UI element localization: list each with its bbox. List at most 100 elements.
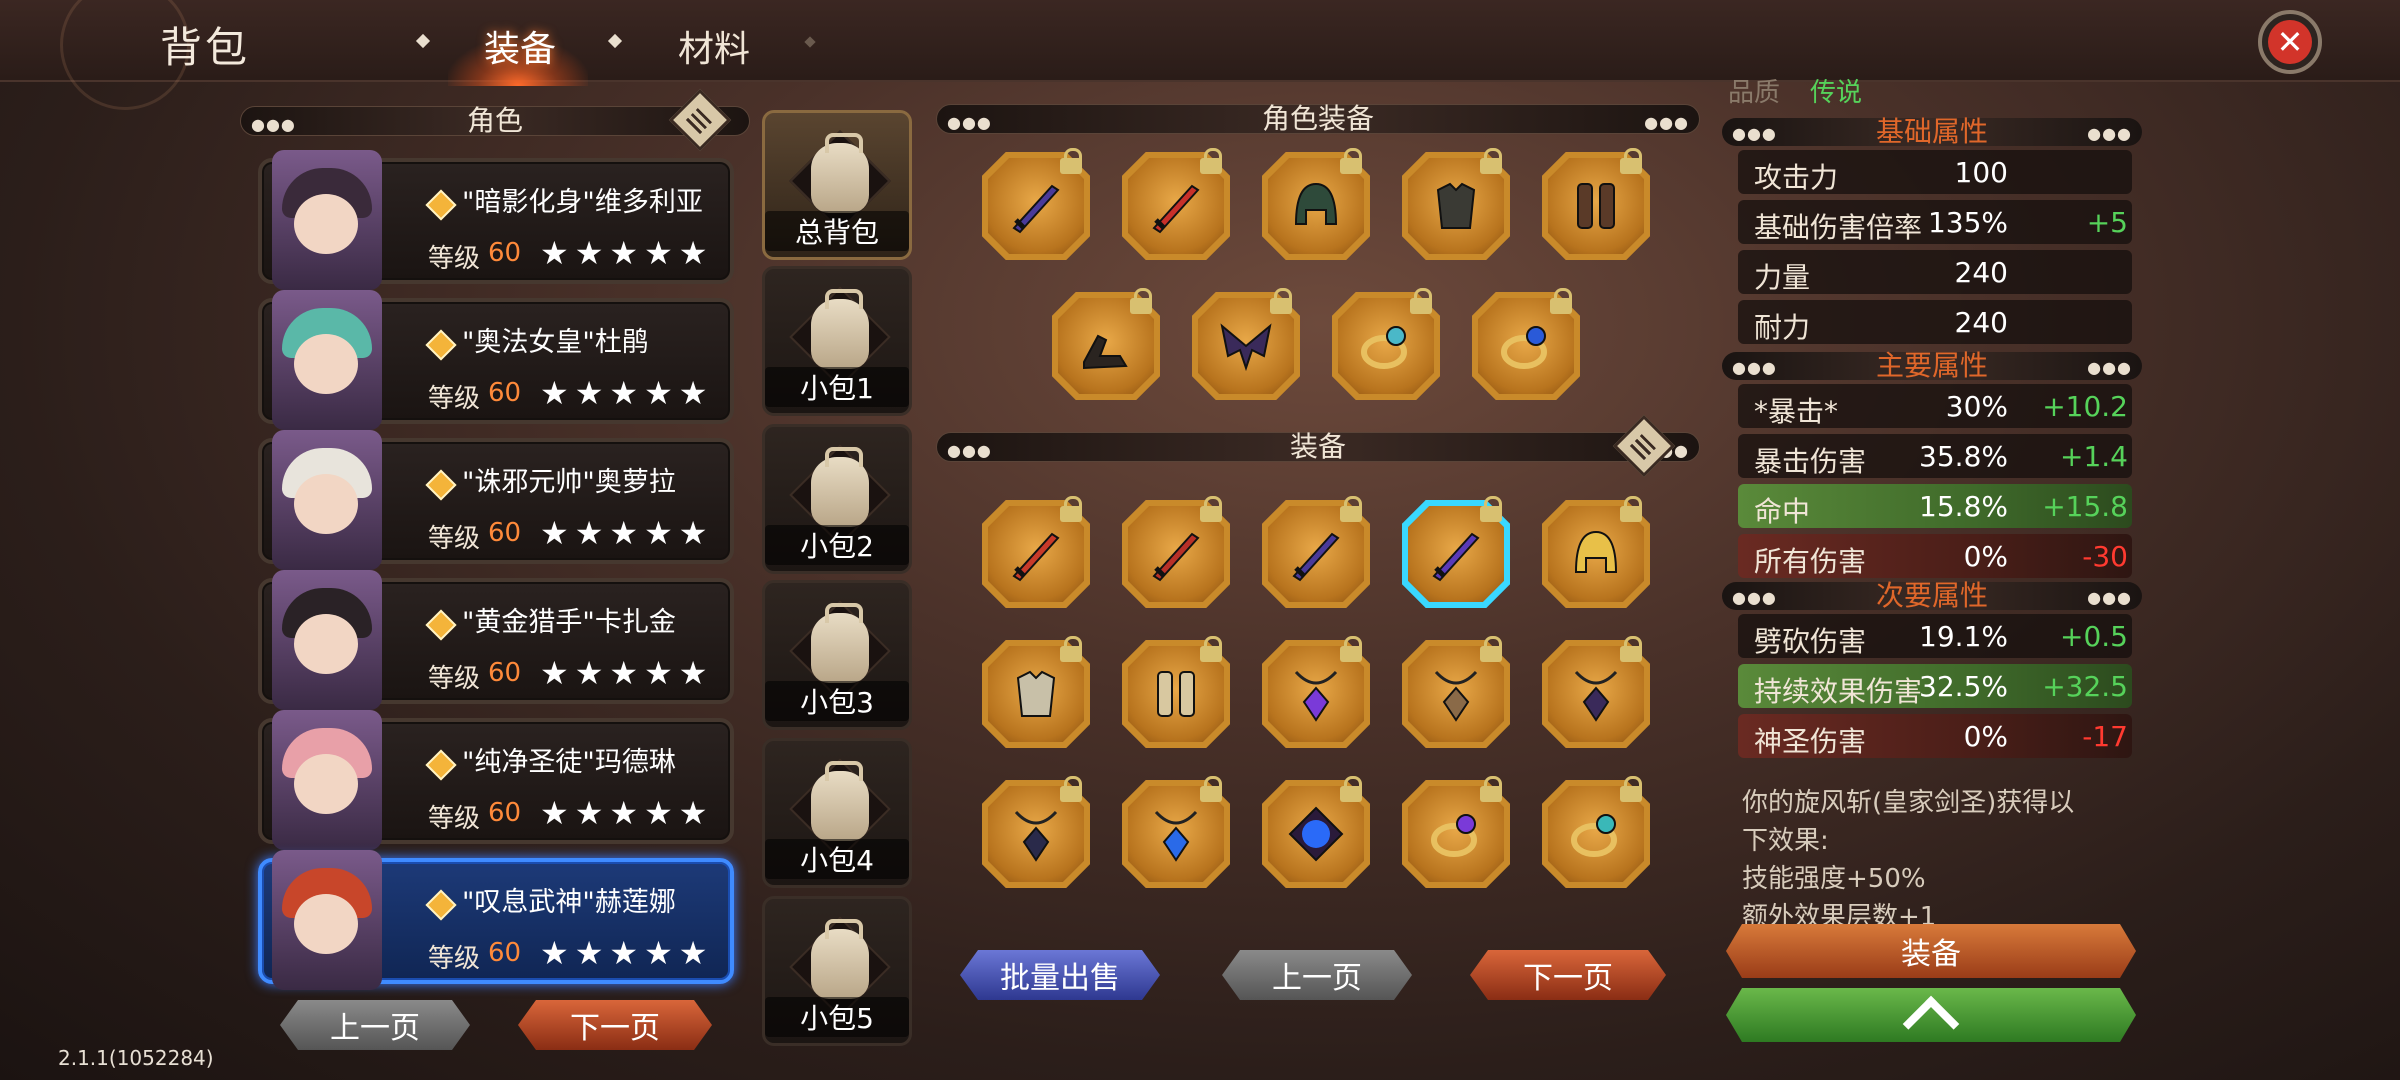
stat-name: 劈砍伤害 (1754, 625, 1867, 658)
character-portrait (272, 710, 382, 850)
tab-materials[interactable]: 材料 (678, 20, 750, 72)
inventory-title: 装备 (1289, 430, 1346, 463)
stat-name: 基础伤害倍率 (1754, 211, 1923, 244)
close-button[interactable]: ✕ (2258, 10, 2322, 74)
bag-label: 小包5 (765, 997, 909, 1037)
level-value: 60 (488, 238, 522, 268)
character-card[interactable]: "诛邪元帅"奥萝拉 等级 60 ★★★★★ (258, 430, 734, 570)
bag-1[interactable]: 小包1 (762, 266, 912, 416)
top-bar: 背包 装备 材料 ✕ (0, 0, 2400, 110)
golden-helm-icon (1566, 524, 1626, 584)
bag-5[interactable]: 小包5 (762, 896, 912, 1046)
bracers-icon (1146, 664, 1206, 724)
equip-prev-page-button[interactable]: 上一页 (1222, 950, 1412, 1000)
character-card[interactable]: "纯净圣徒"玛德琳 等级 60 ★★★★★ (258, 710, 734, 850)
tab-equipment[interactable]: 装备 (484, 20, 556, 72)
stat-bonus: +32.5 (2042, 670, 2128, 703)
stat-row: 命中 15.8% +15.8 (1738, 484, 2132, 528)
ornament-dots-icon: ●●● (2087, 124, 2132, 143)
bag-label: 总背包 (765, 211, 909, 251)
stat-row: 耐力 240 (1738, 300, 2132, 344)
character-equip-title: 角色装备 (1261, 102, 1374, 135)
tab-separator-icon (607, 33, 623, 49)
roles-next-page-button[interactable]: 下一页 (518, 1000, 712, 1050)
level-value: 60 (488, 938, 522, 968)
lock-icon (1480, 776, 1504, 802)
lock-icon (1620, 776, 1644, 802)
character-card[interactable]: "叹息武神"赫莲娜 等级 60 ★★★★★ (258, 850, 734, 990)
stat-value: 19.1% (1919, 620, 2008, 653)
equip-button[interactable]: 装备 (1726, 924, 2136, 978)
ornament-dots-icon: ●●● (947, 441, 992, 460)
basic-attributes-header: ●●● 基础属性 ●●● (1722, 118, 2142, 146)
pauldron-icon (1006, 664, 1066, 724)
character-card[interactable]: "黄金猎手"卡扎金 等级 60 ★★★★★ (258, 570, 734, 710)
stat-value: 135% (1927, 206, 2008, 239)
rarity-diamond-icon (425, 749, 457, 781)
description-line: 下效果: (1742, 826, 1829, 856)
sapphire-ring-icon (1496, 316, 1556, 376)
stat-value: 240 (1954, 306, 2008, 339)
star-rating: ★★★★★ (540, 794, 714, 832)
lock-icon (1060, 776, 1084, 802)
stat-value: 0% (1963, 720, 2008, 753)
bat-wings-icon (1216, 316, 1276, 376)
ornament-dots-icon: ●●● (2087, 358, 2132, 377)
character-portrait (272, 290, 382, 430)
equip-next-page-button[interactable]: 下一页 (1470, 950, 1666, 1000)
secondary-attributes-header: ●●● 次要属性 ●●● (1722, 582, 2142, 610)
star-rating: ★★★★★ (540, 234, 714, 272)
level-label: 等级 (428, 244, 481, 274)
character-portrait (272, 150, 382, 290)
rarity-diamond-icon (425, 469, 457, 501)
red-sword-icon (1006, 524, 1066, 584)
portrait-face (294, 894, 358, 954)
bag-all[interactable]: 总背包 (762, 110, 912, 260)
star-rating: ★★★★★ (540, 934, 714, 972)
blue-orb-icon (1286, 804, 1346, 864)
stat-name: 耐力 (1754, 311, 1811, 344)
bag-icon (811, 919, 869, 999)
roles-title: 角色 (466, 104, 523, 137)
level-value: 60 (488, 798, 522, 828)
character-card[interactable]: "奥法女皇"杜鹃 等级 60 ★★★★★ (258, 290, 734, 430)
stat-name: 神圣伤害 (1754, 725, 1867, 758)
level-value: 60 (488, 378, 522, 408)
bag-4[interactable]: 小包4 (762, 738, 912, 888)
skill-description: 你的旋风斩(皇家剑圣)获得以 下效果: 技能强度+50% 额外效果层数+1 (1742, 784, 2142, 936)
lock-icon (1340, 636, 1364, 662)
basic-attributes-title: 基础属性 (1875, 115, 1988, 148)
bronze-amulet-icon (1426, 664, 1486, 724)
boots-icon (1076, 316, 1136, 376)
rarity-diamond-icon (425, 889, 457, 921)
bag-2[interactable]: 小包2 (762, 424, 912, 574)
star-rating: ★★★★★ (540, 374, 714, 412)
main-attributes-header: ●●● 主要属性 ●●● (1722, 352, 2142, 380)
character-name: "暗影化身"维多利亚 (462, 187, 703, 218)
bag-label: 小包3 (765, 681, 909, 721)
lock-icon (1620, 148, 1644, 174)
lock-icon (1340, 148, 1364, 174)
hood-icon (1286, 176, 1346, 236)
obsidian-amulet-icon (1006, 804, 1066, 864)
bag-3[interactable]: 小包3 (762, 580, 912, 730)
dark-amulet-icon (1566, 664, 1626, 724)
stat-value: 15.8% (1919, 490, 2008, 523)
stat-bonus: +10.2 (2042, 390, 2128, 423)
sapphire-necklace-icon (1146, 804, 1206, 864)
lock-icon (1480, 636, 1504, 662)
upgrade-button[interactable] (1726, 988, 2136, 1042)
stat-name: 持续效果伤害 (1754, 675, 1923, 708)
stat-row: 力量 240 (1738, 250, 2132, 294)
ornament-dots-icon: ●●● (1732, 358, 1777, 377)
character-card[interactable]: "暗影化身"维多利亚等级 60 ★★★★★ (258, 150, 734, 290)
description-line: 技能强度+50% (1742, 864, 1926, 894)
stat-row: *暴击* 30% +10.2 (1738, 384, 2132, 428)
stat-name: 力量 (1754, 261, 1811, 294)
level-value: 60 (488, 518, 522, 548)
character-name: "黄金猎手"卡扎金 (462, 607, 676, 638)
stat-name: *暴击* (1754, 395, 1839, 428)
roles-prev-page-button[interactable]: 上一页 (280, 1000, 470, 1050)
batch-sell-button[interactable]: 批量出售 (960, 950, 1160, 1000)
lock-icon (1410, 288, 1434, 314)
